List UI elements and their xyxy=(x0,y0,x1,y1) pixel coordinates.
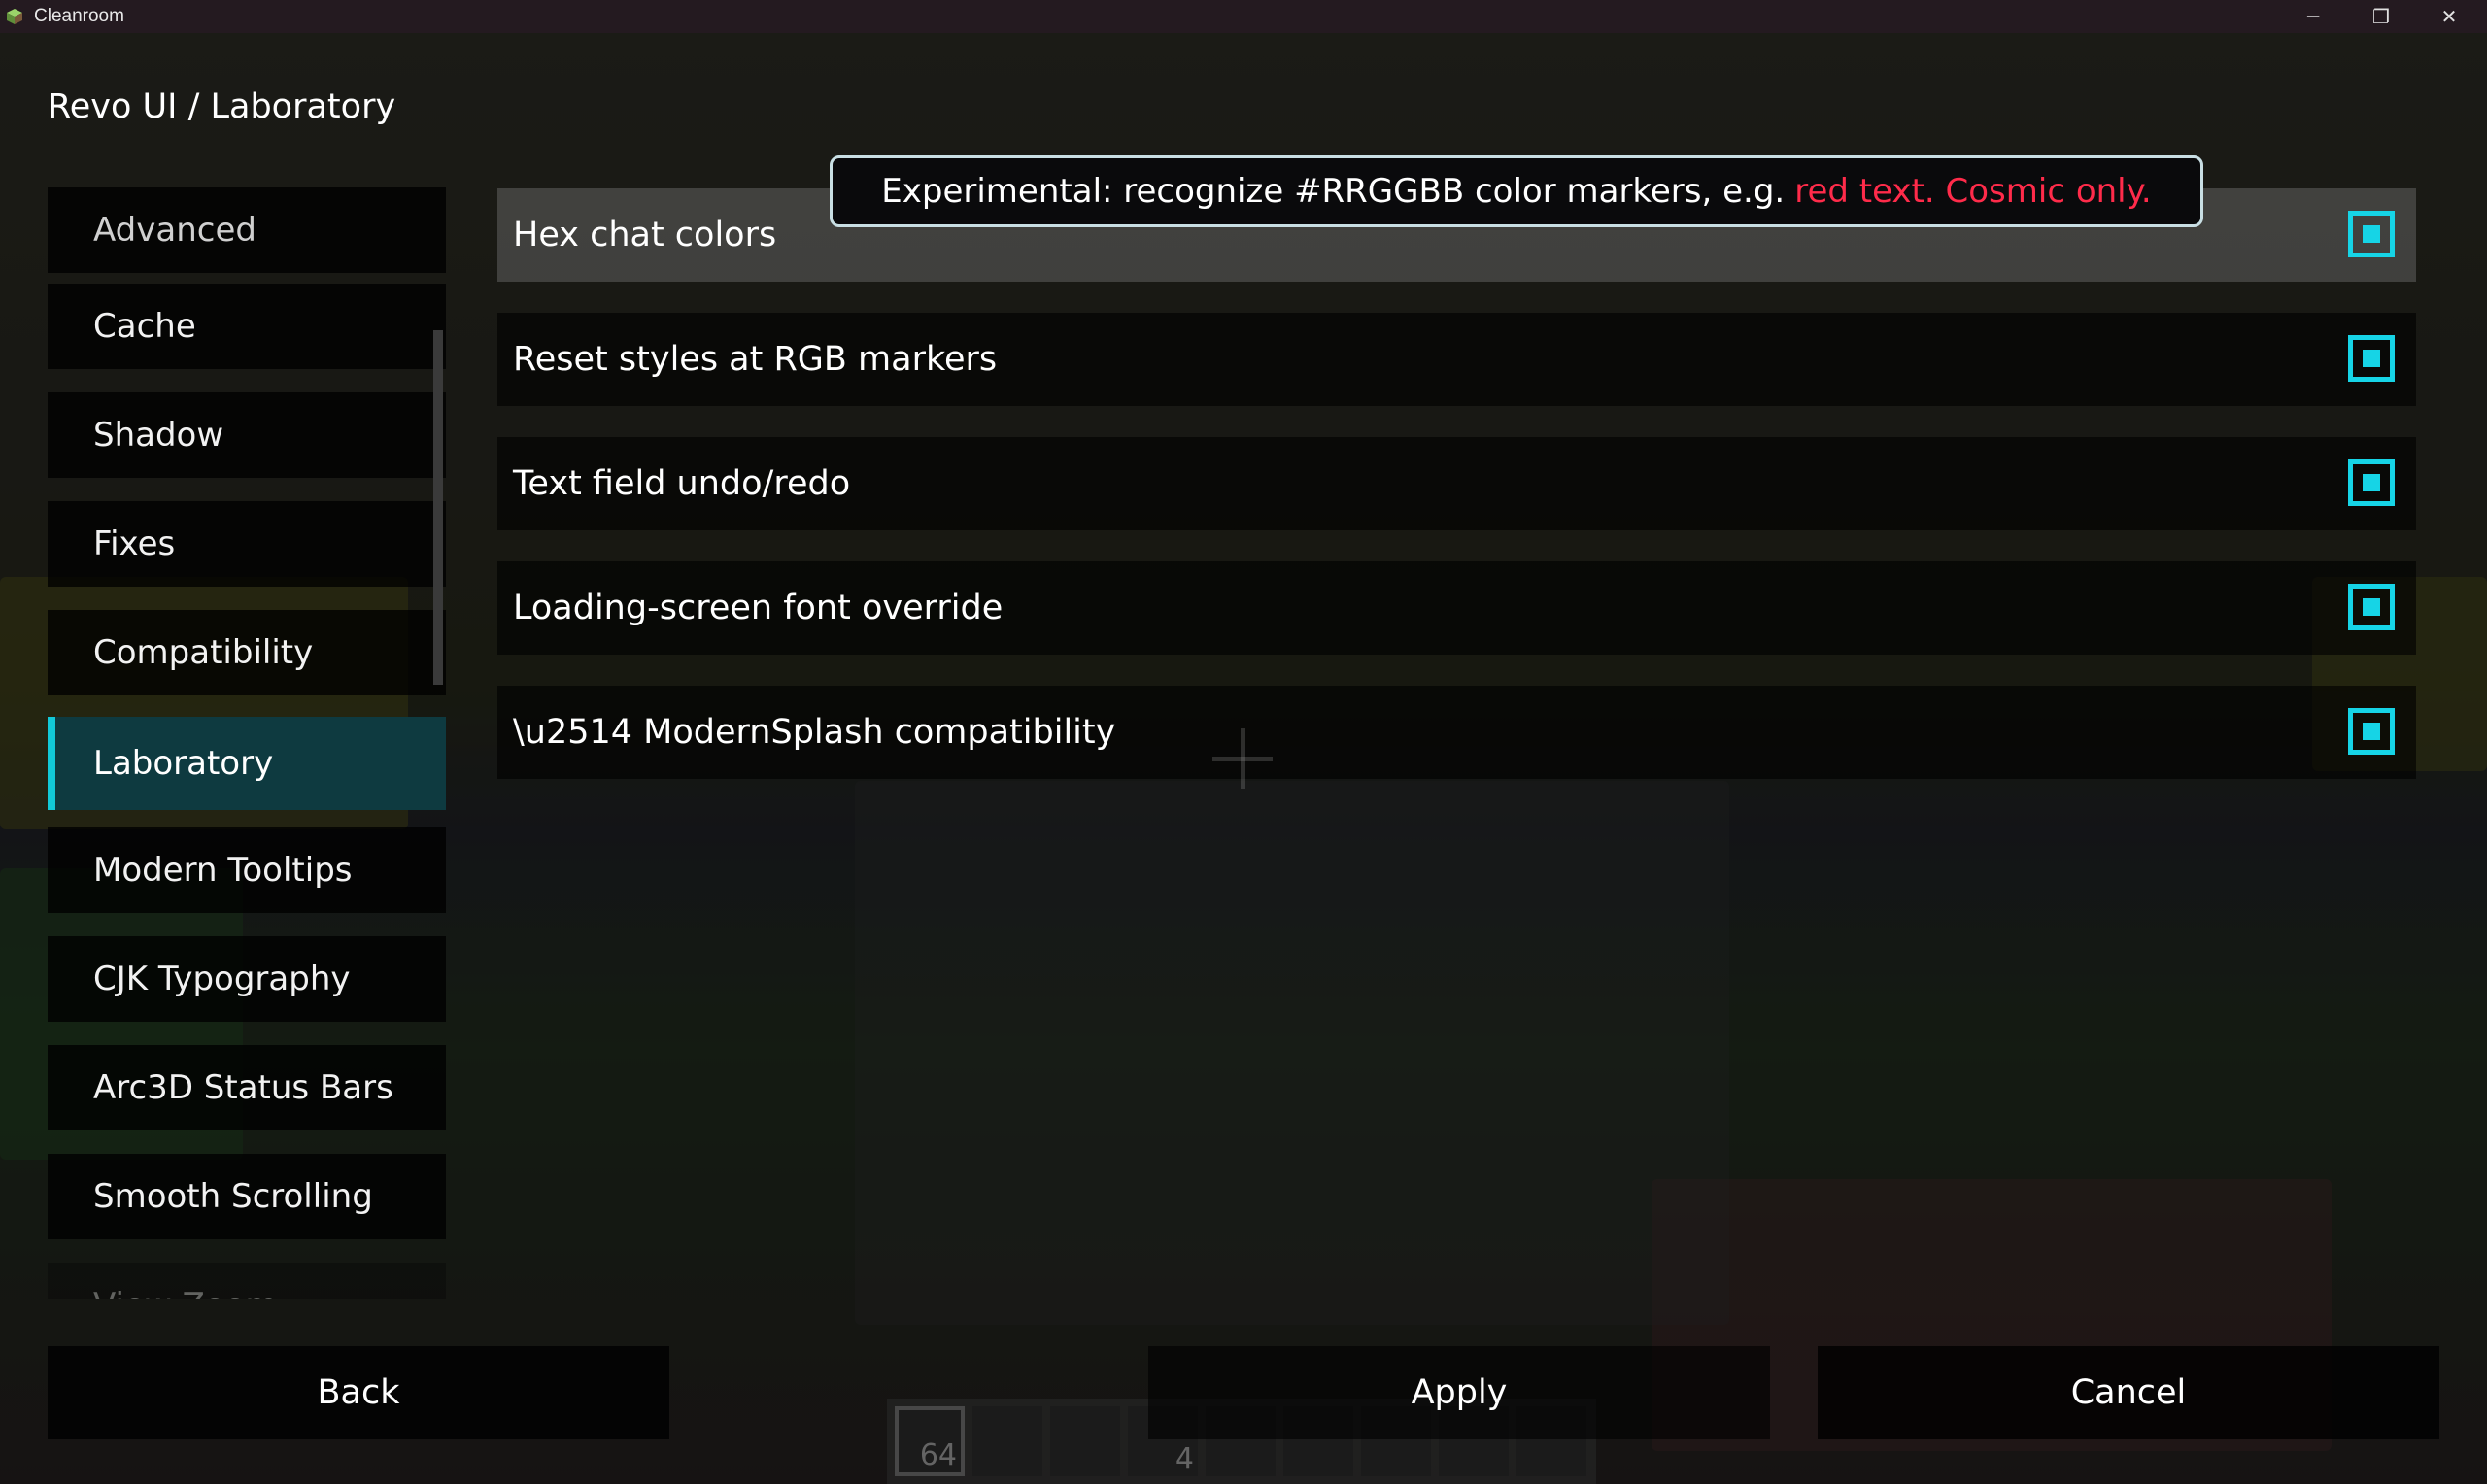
hotbar-slot xyxy=(972,1406,1042,1476)
toggle-checkbox[interactable] xyxy=(2348,211,2395,257)
sidebar-item-label: Fixes xyxy=(93,524,176,563)
apply-button[interactable]: Apply xyxy=(1148,1346,1770,1439)
window-title: Cleanroom xyxy=(34,6,124,26)
cleanroom-app-icon xyxy=(7,9,22,24)
sidebar-item-arc3d-status-bars[interactable]: Arc3D Status Bars xyxy=(48,1045,446,1130)
tooltip-red-sample: red text. Cosmic only. xyxy=(1794,172,2152,211)
setting-tooltip: Experimental: recognize #RRGGBB color ma… xyxy=(830,155,2203,227)
toggle-checkbox[interactable] xyxy=(2348,335,2395,382)
apply-button-label: Apply xyxy=(1411,1373,1508,1412)
toggle-checkbox[interactable] xyxy=(2348,459,2395,506)
sidebar-item-view-zoom[interactable]: View Zoom xyxy=(48,1263,446,1299)
checkbox-checked-indicator xyxy=(2363,723,2380,740)
setting-row-modernsplash-compat[interactable]: \u2514 ModernSplash compatibility xyxy=(497,686,2416,779)
close-button[interactable]: ✕ xyxy=(2415,0,2483,33)
sidebar-item-modern-tooltips[interactable]: Modern Tooltips xyxy=(48,827,446,913)
setting-row-text-field-undo-redo[interactable]: Text field undo/redo xyxy=(497,437,2416,530)
sidebar-item-label: View Zoom xyxy=(93,1286,278,1299)
back-button[interactable]: Back xyxy=(48,1346,669,1439)
hotbar-slot xyxy=(1050,1406,1120,1476)
sidebar-item-label: Modern Tooltips xyxy=(93,851,353,890)
setting-label: Hex chat colors xyxy=(513,216,777,254)
category-sidebar: Advanced Cache Shadow Fixes Compatibilit… xyxy=(48,187,451,1299)
sidebar-item-label: Advanced xyxy=(93,211,256,250)
setting-label: Text field undo/redo xyxy=(513,464,851,503)
sidebar-item-label: Cache xyxy=(93,307,196,346)
restore-icon: ❐ xyxy=(2372,5,2390,28)
sidebar-item-label: Compatibility xyxy=(93,633,314,672)
checkbox-checked-indicator xyxy=(2363,598,2380,616)
hotbar-slot: 64 xyxy=(895,1406,965,1476)
tooltip-text: Experimental: recognize #RRGGBB color ma… xyxy=(881,172,1786,211)
checkbox-checked-indicator xyxy=(2363,225,2380,243)
breadcrumb: Revo UI / Laboratory xyxy=(48,87,396,126)
sidebar-item-label: Smooth Scrolling xyxy=(93,1177,373,1216)
sidebar-scrollbar[interactable] xyxy=(433,330,443,685)
sidebar-item-fixes[interactable]: Fixes xyxy=(48,501,446,587)
setting-label: \u2514 ModernSplash compatibility xyxy=(513,713,1116,752)
sidebar-item-laboratory[interactable]: Laboratory xyxy=(48,717,446,810)
back-button-label: Back xyxy=(317,1373,400,1412)
sidebar-item-cache[interactable]: Cache xyxy=(48,284,446,369)
sidebar-item-label: Arc3D Status Bars xyxy=(93,1068,393,1107)
sidebar-item-compatibility[interactable]: Compatibility xyxy=(48,610,446,695)
minimize-icon: ─ xyxy=(2306,5,2320,28)
slot-count: 64 xyxy=(919,1438,957,1472)
sidebar-item-shadow[interactable]: Shadow xyxy=(48,392,446,478)
setting-label: Reset styles at RGB markers xyxy=(513,340,998,379)
sidebar-item-label: Laboratory xyxy=(93,744,274,783)
sidebar-item-advanced[interactable]: Advanced xyxy=(48,187,446,273)
minimize-button[interactable]: ─ xyxy=(2279,0,2347,33)
sidebar-item-label: Shadow xyxy=(93,416,224,455)
cancel-button-label: Cancel xyxy=(2070,1373,2187,1412)
cancel-button[interactable]: Cancel xyxy=(1818,1346,2439,1439)
close-icon: ✕ xyxy=(2440,5,2458,28)
window-titlebar: Cleanroom ─ ❐ ✕ xyxy=(0,0,2487,33)
sidebar-item-label: CJK Typography xyxy=(93,960,351,998)
setting-row-reset-styles[interactable]: Reset styles at RGB markers xyxy=(497,313,2416,406)
checkbox-checked-indicator xyxy=(2363,474,2380,491)
restore-button[interactable]: ❐ xyxy=(2347,0,2415,33)
sidebar-item-cjk-typography[interactable]: CJK Typography xyxy=(48,936,446,1022)
setting-row-loading-screen-font[interactable]: Loading-screen font override xyxy=(497,561,2416,655)
toggle-checkbox[interactable] xyxy=(2348,708,2395,755)
crosshair-icon xyxy=(1212,757,1273,761)
setting-label: Loading-screen font override xyxy=(513,589,1004,627)
sidebar-item-smooth-scrolling[interactable]: Smooth Scrolling xyxy=(48,1154,446,1239)
slot-count: 4 xyxy=(1175,1442,1194,1476)
checkbox-checked-indicator xyxy=(2363,350,2380,367)
toggle-checkbox[interactable] xyxy=(2348,584,2395,630)
